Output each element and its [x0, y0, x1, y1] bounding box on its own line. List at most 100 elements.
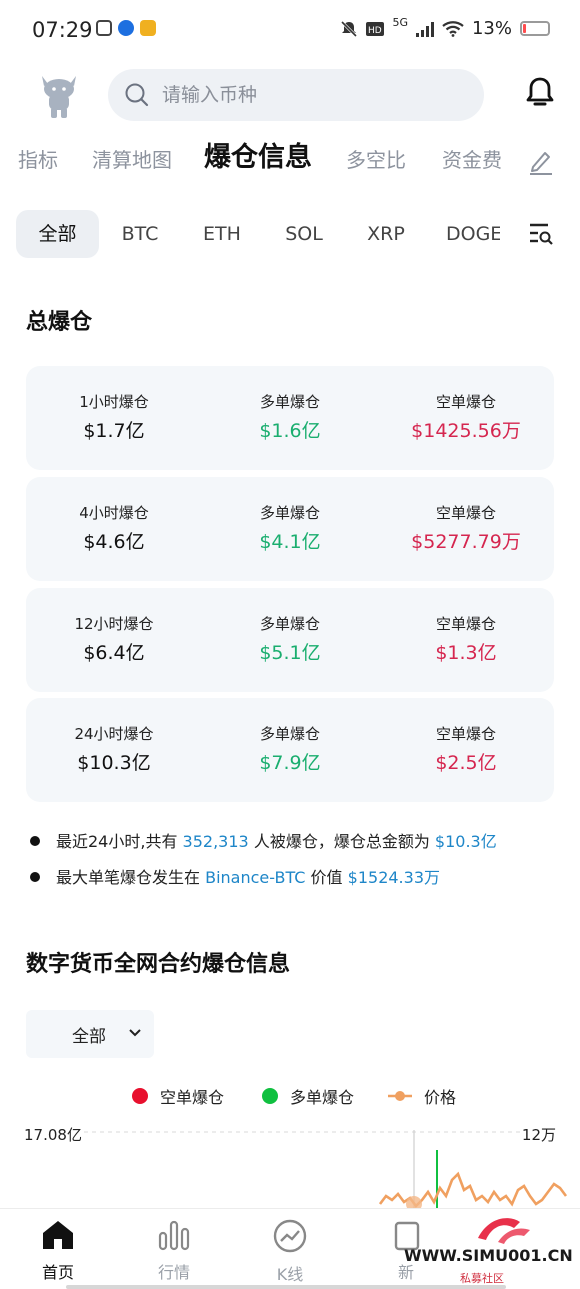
watermark: WWW.SIMU001.CN 私募社区	[404, 1208, 580, 1289]
period-label: 4小时爆仓	[79, 504, 149, 522]
nav-label: K线	[276, 1265, 304, 1284]
section-title-chart: 数字货币全网合约爆仓信息	[26, 952, 291, 977]
mute-icon	[341, 20, 358, 37]
legend-price-line	[388, 1091, 412, 1101]
tab-funding-rate[interactable]: 资金费	[442, 138, 502, 182]
long-cell: 多单爆仓 $7.9亿	[202, 724, 378, 776]
section-title-total: 总爆仓	[26, 310, 93, 335]
nav-market[interactable]: 行情	[116, 1219, 232, 1283]
edit-icon[interactable]	[528, 148, 554, 176]
chart-legend: 空单爆仓 多单爆仓 价格	[0, 1084, 580, 1108]
tab-liquidation-map[interactable]: 清算地图	[92, 138, 172, 182]
total-liquidation-amount[interactable]: $10.3亿	[435, 832, 497, 851]
dropdown-value: 全部	[72, 1027, 106, 1047]
period-label: 12小时爆仓	[74, 615, 154, 633]
short-cell: 空单爆仓 $1.3亿	[378, 614, 554, 666]
long-cell: 多单爆仓 $1.6亿	[202, 392, 378, 444]
short-label: 空单爆仓	[435, 393, 496, 411]
bell-icon[interactable]	[526, 76, 554, 110]
period-cell: 4小时爆仓 $4.6亿	[26, 503, 202, 555]
top-header	[0, 66, 580, 124]
coin-tab-doge[interactable]: DOGE	[446, 210, 500, 258]
avatar-icon[interactable]	[34, 70, 84, 120]
chevron-down-icon	[129, 1029, 141, 1037]
nav-kline[interactable]: K线	[232, 1219, 348, 1285]
coin-tab-xrp[interactable]: XRP	[354, 210, 418, 258]
battery-level	[523, 24, 526, 33]
watermark-text: WWW.SIMU001.CN	[404, 1246, 573, 1265]
filter-search-icon[interactable]	[528, 222, 554, 246]
period-cell: 1小时爆仓 $1.7亿	[26, 392, 202, 444]
legend-long-dot	[262, 1088, 278, 1104]
short-value: $1.3亿	[435, 642, 497, 664]
summary-line-24h: 最近24小时,共有 352,313 人被爆仓，爆仓总金额为 $10.3亿	[30, 828, 570, 852]
long-cell: 多单爆仓 $5.1亿	[202, 614, 378, 666]
liquidation-chart[interactable]	[0, 1130, 580, 1210]
app-notification-icon	[96, 20, 112, 36]
liquidation-card-12h: 12小时爆仓 $6.4亿 多单爆仓 $5.1亿 空单爆仓 $1.3亿	[26, 588, 554, 692]
long-label: 多单爆仓	[259, 725, 320, 743]
period-value: $1.7亿	[83, 420, 145, 442]
largest-liquidation-amount[interactable]: $1524.33万	[348, 868, 440, 887]
nav-home[interactable]: 首页	[0, 1219, 116, 1283]
legend-short[interactable]: 空单爆仓	[132, 1084, 224, 1108]
nav-label: 行情	[157, 1263, 190, 1282]
bars-chart-icon	[158, 1220, 190, 1251]
summary-text: 最大单笔爆仓发生在	[56, 868, 201, 887]
short-cell: 空单爆仓 $1425.56万	[378, 392, 554, 444]
coin-tab-btc[interactable]: BTC	[108, 210, 172, 258]
hd-icon: HD	[366, 21, 385, 36]
long-label: 多单爆仓	[259, 504, 320, 522]
liquidated-people-count[interactable]: 352,313	[183, 832, 249, 851]
summary-line-largest: 最大单笔爆仓发生在 Binance-BTC 价值 $1524.33万	[30, 864, 570, 888]
search-input[interactable]	[162, 79, 462, 111]
bullet-dot	[30, 871, 40, 882]
period-label: 24小时爆仓	[74, 725, 154, 743]
legend-price[interactable]: 价格	[388, 1084, 456, 1108]
tab-liquidation-info[interactable]: 爆仓信息	[204, 136, 312, 180]
coin-tab-all[interactable]: 全部	[16, 210, 99, 258]
search-bar[interactable]	[108, 69, 484, 121]
liquidation-card-4h: 4小时爆仓 $4.6亿 多单爆仓 $4.1亿 空单爆仓 $5277.79万	[26, 477, 554, 581]
summary-text: 人被爆仓，爆仓总金额为	[253, 832, 430, 851]
long-value: $7.9亿	[259, 752, 321, 774]
short-label: 空单爆仓	[435, 615, 496, 633]
short-cell: 空单爆仓 $2.5亿	[378, 724, 554, 776]
coin-select-dropdown[interactable]: 全部	[26, 1010, 154, 1058]
signal-icon	[415, 21, 434, 37]
status-bar: 07:29 HD 5G 13%	[0, 0, 580, 62]
status-indicators: HD 5G 13%	[340, 16, 550, 39]
status-time: 07:29	[32, 18, 93, 42]
legend-long[interactable]: 多单爆仓	[262, 1084, 354, 1108]
summary-text: 价值	[310, 868, 343, 887]
long-value: $1.6亿	[259, 420, 321, 442]
battery-icon	[520, 21, 550, 36]
long-value: $5.1亿	[259, 642, 321, 664]
period-value: $10.3亿	[77, 752, 151, 774]
liquidation-card-1h: 1小时爆仓 $1.7亿 多单爆仓 $1.6亿 空单爆仓 $1425.56万	[26, 366, 554, 470]
nav-label: 首页	[41, 1263, 74, 1282]
period-value: $4.6亿	[83, 531, 145, 553]
coin-filter-tabs: 全部 BTC ETH SOL XRP DOGE	[0, 210, 580, 258]
battery-percent: 13%	[471, 18, 512, 39]
legend-label: 价格	[424, 1088, 457, 1107]
long-label: 多单爆仓	[259, 393, 320, 411]
long-cell: 多单爆仓 $4.1亿	[202, 503, 378, 555]
home-icon	[43, 1221, 73, 1249]
short-label: 空单爆仓	[435, 504, 496, 522]
summary-text: 最近24小时,共有	[56, 832, 178, 851]
short-cell: 空单爆仓 $5277.79万	[378, 503, 554, 555]
short-value: $2.5亿	[435, 752, 497, 774]
period-label: 1小时爆仓	[79, 393, 149, 411]
liquidation-card-24h: 24小时爆仓 $10.3亿 多单爆仓 $7.9亿 空单爆仓 $2.5亿	[26, 698, 554, 802]
largest-liquidation-exchange[interactable]: Binance-BTC	[205, 868, 305, 887]
notification-icons	[96, 20, 156, 36]
tab-indicators[interactable]: 指标	[18, 138, 58, 182]
tab-long-short-ratio[interactable]: 多空比	[346, 138, 406, 182]
coin-tab-eth[interactable]: ETH	[190, 210, 254, 258]
coin-tab-sol[interactable]: SOL	[272, 210, 336, 258]
period-cell: 24小时爆仓 $10.3亿	[26, 724, 202, 776]
period-value: $6.4亿	[83, 642, 145, 664]
short-value: $1425.56万	[411, 420, 521, 442]
legend-label: 空单爆仓	[160, 1088, 225, 1107]
